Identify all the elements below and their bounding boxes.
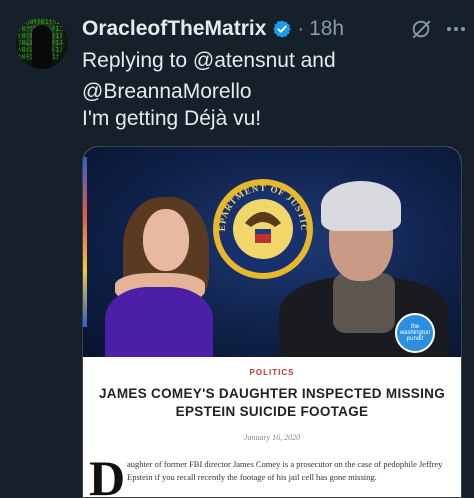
drop-cap: D <box>89 450 126 498</box>
article-date: January 16, 2020 <box>243 433 301 442</box>
body-line-1: aughter of former FBI director James Com… <box>127 459 443 469</box>
replying-to-line-2[interactable]: @BreannaMorello <box>82 76 462 107</box>
man-hair <box>321 181 401 231</box>
verified-badge-icon <box>273 20 292 38</box>
article-category: POLITICS <box>249 368 295 377</box>
grok-icon[interactable] <box>410 18 432 40</box>
woman-dress <box>105 287 213 357</box>
man-scarf <box>333 273 395 333</box>
woman-face <box>143 209 189 271</box>
headline-line-2: EPSTEIN SUICIDE FOOTAGE <box>175 404 369 419</box>
article-photo: DEPARTMENT OF JUSTICE the washington pun… <box>83 147 461 357</box>
doj-seal-icon: DEPARTMENT OF JUSTICE <box>211 177 313 279</box>
avatar[interactable]: ｱ1ｶ0ｻﾀ01ﾅﾊ1ﾏﾔ0ﾗﾜ1ｲｷ0ｼﾁ1ﾆﾋ0ﾐﾘ1ｳｸ0ｽﾂ1ﾇﾌ0ﾑﾙ… <box>16 17 68 69</box>
color-strip <box>83 157 87 327</box>
publisher-badge: the washington pundit <box>395 313 435 353</box>
replying-to: Replying to @atensnut and @BreannaMorell… <box>82 45 462 107</box>
body-line-2: Epstein if you recall recently the foota… <box>127 472 377 482</box>
article-body: aughter of former FBI director James Com… <box>127 458 453 484</box>
link-card[interactable]: DEPARTMENT OF JUSTICE the washington pun… <box>82 146 462 498</box>
publisher-badge-text: the washington pundit <box>399 324 431 342</box>
tweet-text: I'm getting Déjà vu! <box>82 107 262 130</box>
more-icon[interactable] <box>446 26 466 32</box>
username[interactable]: OracleofTheMatrix <box>82 17 266 41</box>
replying-to-line-1[interactable]: Replying to @atensnut and <box>82 45 462 76</box>
tweet-header: OracleofTheMatrix · 18h <box>82 15 454 43</box>
article-headline: JAMES COMEY'S DAUGHTER INSPECTED MISSING… <box>83 385 461 421</box>
avatar-figure <box>32 25 52 69</box>
headline-line-1: JAMES COMEY'S DAUGHTER INSPECTED MISSING <box>99 386 445 401</box>
separator-dot: · <box>297 17 305 40</box>
timestamp[interactable]: 18h <box>309 17 344 41</box>
